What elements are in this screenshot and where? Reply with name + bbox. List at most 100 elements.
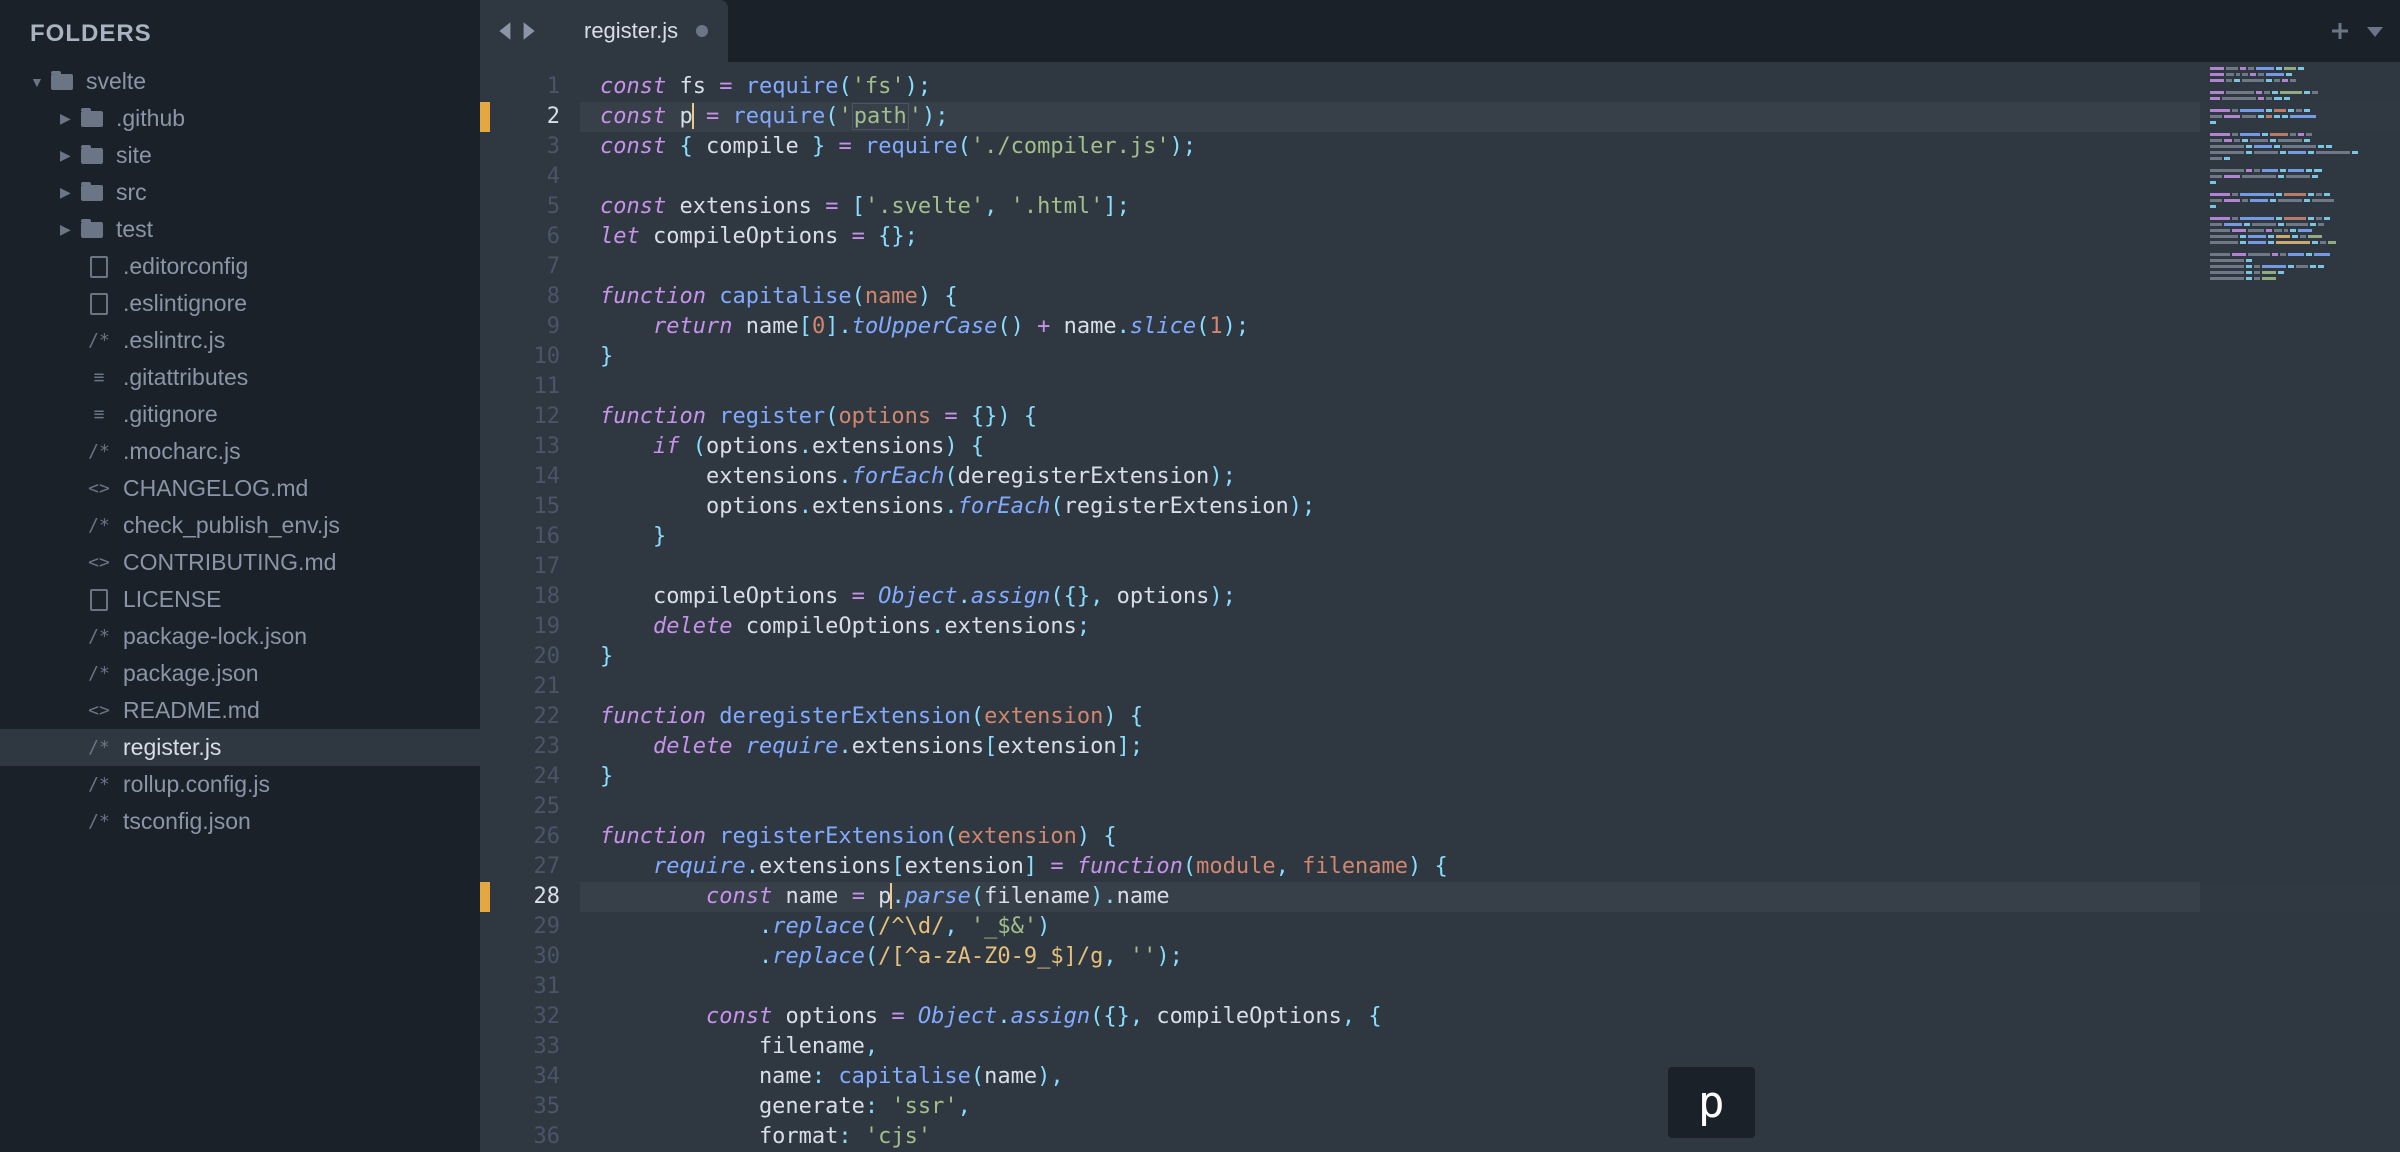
editor[interactable]: 1234567891011121314151617181920212223242…	[480, 62, 2400, 1152]
folder-icon	[78, 108, 106, 130]
folder-icon	[78, 182, 106, 204]
code-line: }	[600, 762, 2400, 792]
tree-item-label: svelte	[86, 68, 146, 95]
code-line: function deregisterExtension(extension) …	[600, 702, 2400, 732]
code-line: const name = p.parse(filename).name	[600, 882, 2400, 912]
code-line: const options = Object.assign({}, compil…	[600, 1002, 2400, 1032]
tree-file[interactable]: ≡ .gitattributes	[0, 359, 480, 396]
code-line: extensions.forEach(deregisterExtension);	[600, 462, 2400, 492]
chevron-right-icon: ▶	[60, 184, 78, 201]
tab-dirty-indicator-icon	[696, 25, 708, 37]
code-line: }	[600, 342, 2400, 372]
tree-item-label: src	[116, 179, 147, 206]
code-line: delete require.extensions[extension];	[600, 732, 2400, 762]
sidebar: FOLDERS ▼ svelte ▶ .github▶ site▶ src▶ t…	[0, 0, 480, 1152]
code-line	[600, 552, 2400, 582]
code-line	[600, 972, 2400, 1002]
file-icon: /*	[85, 626, 113, 648]
code-line	[600, 792, 2400, 822]
code-line: filename,	[600, 1032, 2400, 1062]
tree-item-label: CHANGELOG.md	[123, 475, 308, 502]
tree-file[interactable]: .eslintignore	[0, 285, 480, 322]
file-icon	[85, 293, 113, 315]
tree-file[interactable]: /* register.js	[0, 729, 480, 766]
tree-folder[interactable]: ▶ site	[0, 137, 480, 174]
tree-item-label: check_publish_env.js	[123, 512, 340, 539]
tree-file[interactable]: /* .eslintrc.js	[0, 322, 480, 359]
tree-item-label: .eslintrc.js	[123, 327, 225, 354]
tree-file[interactable]: /* check_publish_env.js	[0, 507, 480, 544]
tree-item-label: CONTRIBUTING.md	[123, 549, 336, 576]
tree-item-label: package.json	[123, 660, 259, 687]
tree-file[interactable]: <> CHANGELOG.md	[0, 470, 480, 507]
tree-file[interactable]: LICENSE	[0, 581, 480, 618]
file-icon: /*	[85, 663, 113, 685]
code-line: let compileOptions = {};	[600, 222, 2400, 252]
tree-root-folder[interactable]: ▼ svelte	[0, 63, 480, 100]
tree-item-label: .github	[116, 105, 185, 132]
code-line: function registerExtension(extension) {	[600, 822, 2400, 852]
tree-item-label: .eslintignore	[123, 290, 247, 317]
tree-item-label: package-lock.json	[123, 623, 307, 650]
code-line: const fs = require('fs');	[600, 72, 2400, 102]
code-line: generate: 'ssr',	[600, 1092, 2400, 1122]
nav-back-icon[interactable]	[495, 20, 517, 42]
minimap[interactable]	[2200, 62, 2400, 1152]
modified-line-marker	[480, 882, 490, 912]
file-icon: /*	[85, 330, 113, 352]
chevron-down-icon: ▼	[30, 74, 48, 90]
tree-folder[interactable]: ▶ test	[0, 211, 480, 248]
tab-label: register.js	[584, 18, 678, 44]
tree-file[interactable]: /* rollup.config.js	[0, 766, 480, 803]
code-line: const extensions = ['.svelte', '.html'];	[600, 192, 2400, 222]
tooltip-text: p	[1698, 1077, 1725, 1128]
file-icon: /*	[85, 515, 113, 537]
tree-file[interactable]: <> CONTRIBUTING.md	[0, 544, 480, 581]
file-icon: /*	[85, 441, 113, 463]
file-icon: <>	[85, 552, 113, 574]
code-line: }	[600, 642, 2400, 672]
tab-menu-icon[interactable]	[2365, 21, 2385, 41]
tree-file[interactable]: /* tsconfig.json	[0, 803, 480, 840]
tree-item-label: LICENSE	[123, 586, 221, 613]
code-line: name: capitalise(name),	[600, 1062, 2400, 1092]
tree-file[interactable]: /* .mocharc.js	[0, 433, 480, 470]
folder-icon	[78, 145, 106, 167]
code-line: compileOptions = Object.assign({}, optio…	[600, 582, 2400, 612]
tree-folder[interactable]: ▶ .github	[0, 100, 480, 137]
code-line: function capitalise(name) {	[600, 282, 2400, 312]
file-icon	[85, 589, 113, 611]
code-line	[600, 672, 2400, 702]
file-icon: /*	[85, 737, 113, 759]
nav-forward-icon[interactable]	[517, 20, 539, 42]
chevron-right-icon: ▶	[60, 110, 78, 127]
tree-item-label: .gitignore	[123, 401, 218, 428]
folder-icon	[78, 219, 106, 241]
chevron-right-icon: ▶	[60, 221, 78, 238]
code-line: options.extensions.forEach(registerExten…	[600, 492, 2400, 522]
tree-file[interactable]: .editorconfig	[0, 248, 480, 285]
main-area: register.js 1234567891011121314151617181…	[480, 0, 2400, 1152]
file-icon: <>	[85, 700, 113, 722]
gutter: 1234567891011121314151617181920212223242…	[480, 62, 580, 1152]
file-icon: ≡	[85, 404, 113, 426]
tree-file[interactable]: <> README.md	[0, 692, 480, 729]
folder-tree: ▼ svelte ▶ .github▶ site▶ src▶ test .edi…	[0, 63, 480, 840]
tree-item-label: .editorconfig	[123, 253, 248, 280]
tab-bar: register.js	[480, 0, 2400, 62]
tab-active[interactable]: register.js	[554, 0, 728, 62]
tree-file[interactable]: /* package.json	[0, 655, 480, 692]
chevron-right-icon: ▶	[60, 147, 78, 164]
code-line: function register(options = {}) {	[600, 402, 2400, 432]
tree-file[interactable]: ≡ .gitignore	[0, 396, 480, 433]
tree-folder[interactable]: ▶ src	[0, 174, 480, 211]
folder-icon	[48, 71, 76, 93]
file-icon: /*	[85, 811, 113, 833]
file-icon: <>	[85, 478, 113, 500]
code-area[interactable]: const fs = require('fs');const p = requi…	[580, 62, 2400, 1152]
tree-file[interactable]: /* package-lock.json	[0, 618, 480, 655]
tree-item-label: rollup.config.js	[123, 771, 270, 798]
modified-line-marker	[480, 102, 490, 132]
autocomplete-tooltip[interactable]: p	[1668, 1067, 1755, 1138]
new-tab-icon[interactable]	[2330, 21, 2350, 41]
